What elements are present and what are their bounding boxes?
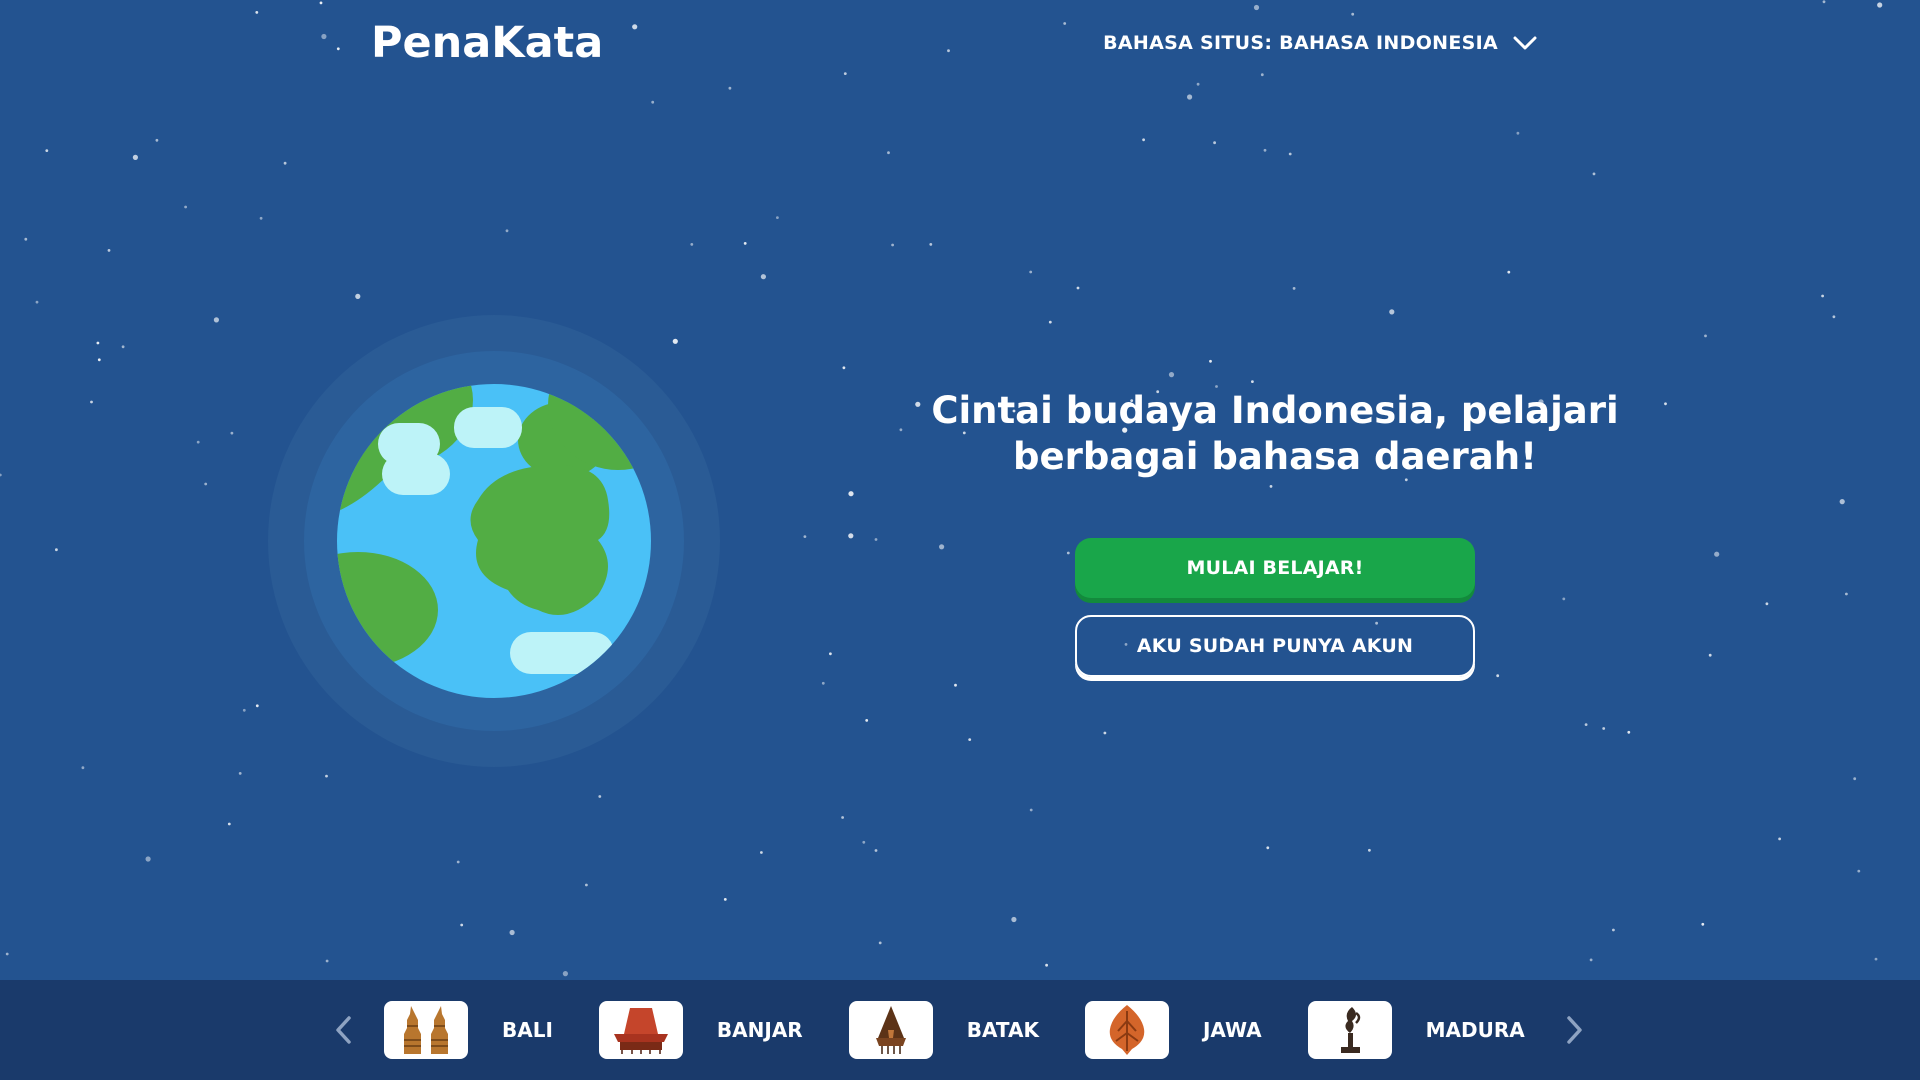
carousel-next-button[interactable] <box>1554 1010 1594 1050</box>
top-header: PenaKata BAHASA SITUS: BAHASA INDONESIA <box>0 0 1920 90</box>
start-learning-button[interactable]: MULAI BELAJAR! <box>1075 538 1475 598</box>
language-item-banjar[interactable]: BANJAR <box>598 1001 849 1059</box>
globe-icon <box>268 315 720 767</box>
banjar-house-icon <box>598 1001 683 1059</box>
chevron-down-icon <box>1513 36 1537 50</box>
penakata-logo[interactable]: PenaKata <box>371 18 603 68</box>
language-item-batak[interactable]: BATAK <box>848 1001 1085 1059</box>
language-item-madura[interactable]: MADURA <box>1307 1001 1571 1059</box>
language-carousel: BALI BANJAR BATAK JAWA MADURA <box>0 980 1920 1080</box>
chevron-right-icon <box>1567 1016 1582 1044</box>
site-language-selector[interactable]: BAHASA SITUS: BAHASA INDONESIA <box>1103 30 1538 56</box>
site-language-label: BAHASA SITUS: BAHASA INDONESIA <box>1103 32 1498 54</box>
hero-section: Cintai budaya Indonesia, pelajari berbag… <box>930 388 1620 677</box>
hero-headline: Cintai budaya Indonesia, pelajari berbag… <box>930 388 1620 480</box>
language-item-jawa[interactable]: JAWA <box>1084 1001 1308 1059</box>
chevron-left-icon <box>336 1016 351 1044</box>
language-label: JAWA <box>1202 1018 1262 1042</box>
language-label: MADURA <box>1425 1018 1525 1042</box>
existing-account-button[interactable]: AKU SUDAH PUNYA AKUN <box>1075 615 1475 677</box>
language-label: BANJAR <box>716 1018 803 1042</box>
language-item-bali[interactable]: BALI <box>384 1001 599 1059</box>
hero-headline-line1: Cintai budaya Indonesia, pelajari <box>931 389 1619 432</box>
carousel-prev-button[interactable] <box>324 1010 364 1050</box>
language-label: BATAK <box>966 1018 1039 1042</box>
gunungan-icon <box>1084 1001 1169 1059</box>
earth-illustration <box>268 315 720 767</box>
bali-gate-icon <box>384 1001 468 1059</box>
language-list: BALI BANJAR BATAK JAWA MADURA <box>384 1000 1571 1060</box>
madura-monument-icon <box>1307 1001 1392 1059</box>
hero-headline-line2: berbagai bahasa daerah! <box>1013 435 1537 478</box>
language-label: BALI <box>502 1018 553 1042</box>
batak-house-icon <box>848 1001 933 1059</box>
